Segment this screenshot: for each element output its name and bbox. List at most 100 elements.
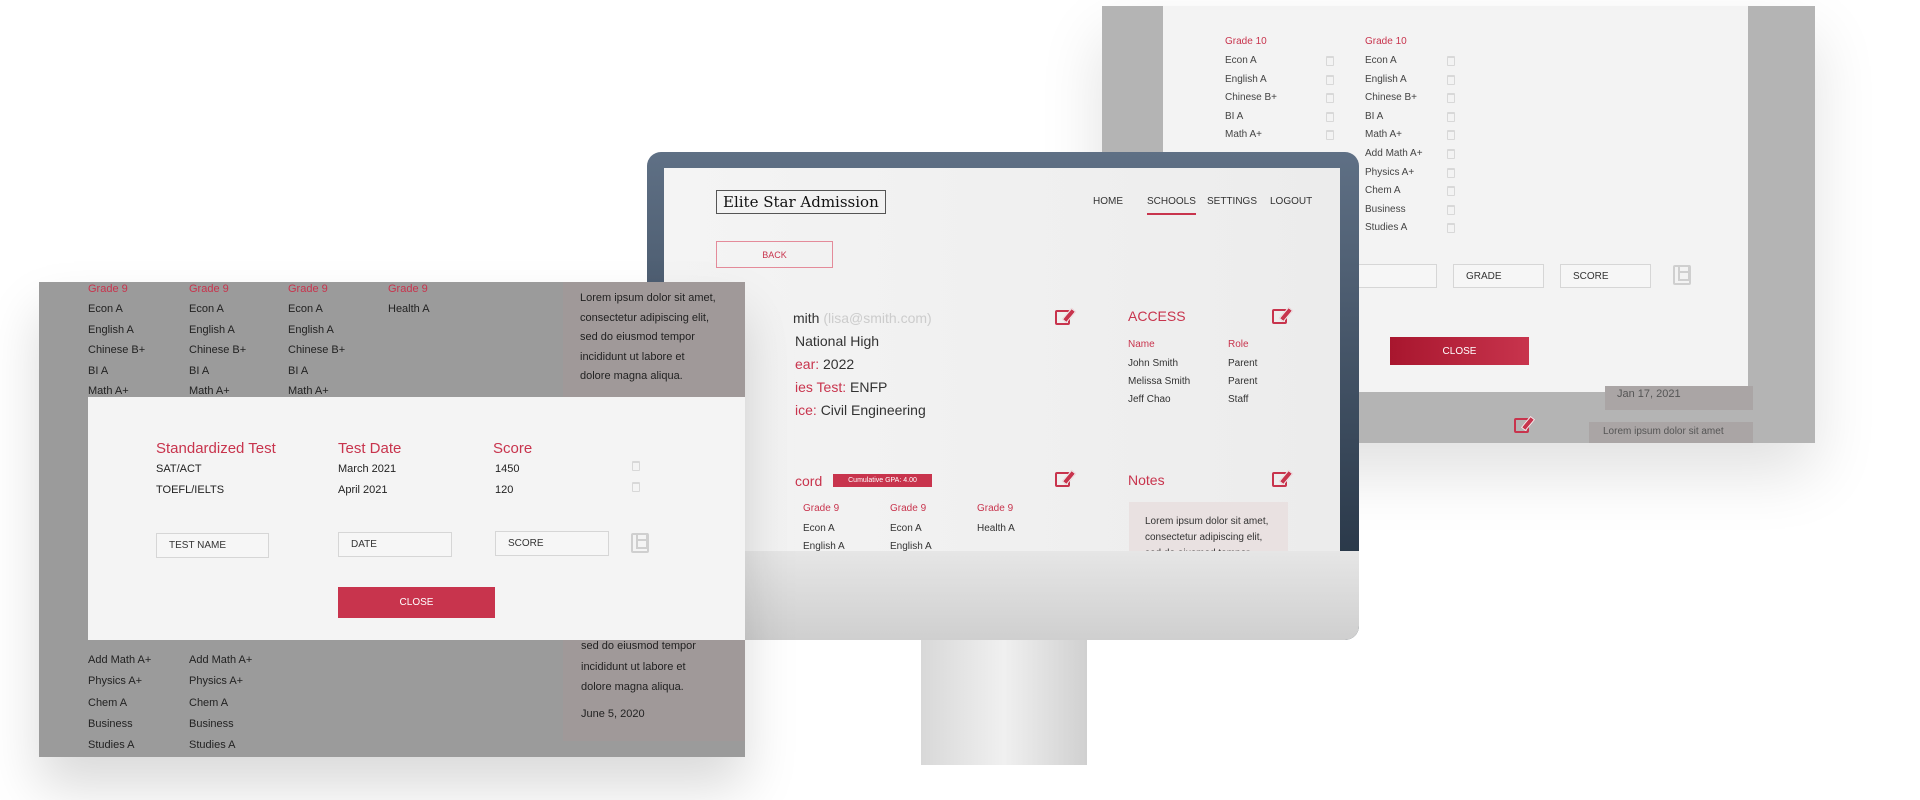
course-item: Econ A	[189, 303, 224, 315]
course-item: English A	[890, 541, 932, 551]
edit-profile-icon[interactable]	[1055, 310, 1070, 325]
course-item: Econ A	[803, 523, 835, 534]
course-item: Physics A+	[88, 675, 143, 688]
course-item: Math A+	[189, 385, 230, 398]
trash-icon[interactable]	[1447, 167, 1455, 178]
test-value: ENFP	[850, 379, 888, 395]
nav-settings[interactable]: SETTINGS	[1207, 196, 1257, 207]
test-cell: TOEFL/IELTS	[156, 484, 225, 496]
monitor-stand	[921, 640, 1087, 765]
course-item: Studies A	[88, 739, 135, 752]
trash-icon[interactable]	[1447, 130, 1455, 141]
year-value: 2022	[823, 356, 855, 372]
trash-icon[interactable]	[1447, 111, 1455, 122]
edit-icon[interactable]	[1514, 418, 1529, 433]
close-button[interactable]: CLOSE	[338, 587, 495, 618]
access-role: Staff	[1228, 394, 1249, 405]
notes-line: Lorem ipsum dolor sit amet,	[1145, 516, 1269, 527]
course-item: Chinese B+	[88, 344, 146, 357]
course-item: Business	[88, 717, 133, 730]
course-item: English A	[1225, 73, 1267, 85]
trash-icon[interactable]	[1447, 56, 1455, 66]
grade-input[interactable]: GRADE	[1453, 264, 1544, 288]
score-input[interactable]: SCORE	[495, 531, 609, 556]
trash-icon[interactable]	[1326, 74, 1334, 85]
course-item: Add Math A+	[1365, 148, 1423, 159]
record-title: cord	[795, 473, 823, 489]
access-name: Melissa Smith	[1128, 376, 1191, 387]
trash-icon[interactable]	[1447, 223, 1455, 234]
year-label: ear:	[795, 356, 820, 372]
score-input[interactable]: SCORE	[1560, 264, 1651, 288]
course-item: Business	[189, 717, 234, 730]
notes-line: sed do eiusmod tempor	[581, 640, 696, 652]
edit-notes-icon[interactable]	[1272, 472, 1287, 487]
trash-icon[interactable]	[1326, 130, 1334, 141]
save-icon[interactable]	[1673, 265, 1691, 285]
grade-header: Grade 9	[388, 283, 428, 295]
course-item: BI A	[288, 364, 309, 377]
profile-email: (lisa@smith.com)	[823, 310, 932, 326]
notes-line: sed do eiusmod tempor	[1145, 546, 1288, 551]
course-item: English A	[88, 323, 134, 336]
course-item: Physics A+	[189, 675, 244, 688]
course-item: Math A+	[1365, 129, 1402, 141]
trash-icon[interactable]	[1326, 93, 1334, 104]
test-name-input[interactable]: TEST NAME	[156, 533, 269, 558]
course-item: Add Math A+	[189, 654, 253, 666]
notes-title: Notes	[1128, 472, 1165, 488]
course-item: BI A	[1365, 110, 1384, 122]
course-item: Chinese B+	[1225, 92, 1277, 104]
grade-header: Grade 10	[1365, 36, 1407, 47]
access-header-name: Name	[1128, 339, 1155, 350]
nav-logout[interactable]: LOGOUT	[1270, 196, 1312, 207]
course-item: Chinese B+	[189, 344, 247, 357]
trash-icon[interactable]	[1326, 56, 1334, 66]
trash-icon[interactable]	[632, 482, 640, 492]
trash-icon[interactable]	[1447, 149, 1455, 159]
notes-box: Lorem ipsum dolor sit amet, consectetur a…	[1129, 502, 1288, 551]
course-item: Chem A	[88, 696, 128, 709]
course-item: Studies A	[189, 739, 236, 752]
notes-date: June 5, 2020	[581, 708, 645, 720]
course-item: Econ A	[88, 303, 123, 315]
course-item: Econ A	[890, 523, 922, 534]
trash-icon[interactable]	[1326, 111, 1334, 122]
edit-record-icon[interactable]	[1055, 472, 1070, 487]
course-item: Studies A	[1365, 222, 1408, 234]
notes-line: consectetur adipiscing elit,	[580, 311, 710, 324]
access-role: Parent	[1228, 376, 1258, 387]
course-item: Math A+	[88, 385, 129, 398]
notes-line: dolore magna aliqua.	[581, 681, 684, 693]
logo[interactable]: Elite Star Admission	[716, 190, 886, 214]
note-date: Jan 17, 2021	[1605, 386, 1753, 410]
course-item: English A	[803, 541, 845, 551]
nav-schools[interactable]: SCHOOLS	[1147, 196, 1196, 215]
save-icon[interactable]	[631, 533, 649, 553]
trash-icon[interactable]	[1447, 93, 1455, 104]
edit-access-icon[interactable]	[1272, 309, 1287, 324]
trash-icon[interactable]	[1447, 186, 1455, 197]
back-button[interactable]: BACK	[716, 241, 833, 268]
access-header-role: Role	[1228, 339, 1249, 350]
note-text: Lorem ipsum dolor sit amet	[1589, 422, 1753, 443]
date-input[interactable]: DATE	[338, 532, 452, 557]
grade-header: Grade 9	[88, 283, 128, 295]
trash-icon[interactable]	[632, 461, 640, 471]
choice-value: Civil Engineering	[820, 402, 926, 418]
course-item: Chinese B+	[288, 344, 346, 357]
course-item: Physics A+	[1365, 166, 1415, 178]
course-item: Chem A	[1365, 185, 1401, 197]
close-button[interactable]: CLOSE	[1390, 337, 1529, 365]
grade-header: Grade 9	[890, 503, 927, 514]
notes-line: incididunt ut labore et	[581, 660, 686, 673]
nav-home[interactable]: HOME	[1093, 196, 1123, 207]
trash-icon[interactable]	[1447, 74, 1455, 85]
test-cell: 120	[495, 484, 514, 496]
notes-line: consectetur adipiscing elit,	[1145, 532, 1263, 543]
modal-header: Score	[493, 440, 533, 457]
trash-icon[interactable]	[1447, 204, 1455, 215]
profile-name: mith	[793, 310, 820, 326]
monitor-screen: Elite Star Admission HOME SCHOOLS SETTIN…	[664, 168, 1340, 551]
notes-line: dolore magna aliqua.	[580, 370, 683, 383]
